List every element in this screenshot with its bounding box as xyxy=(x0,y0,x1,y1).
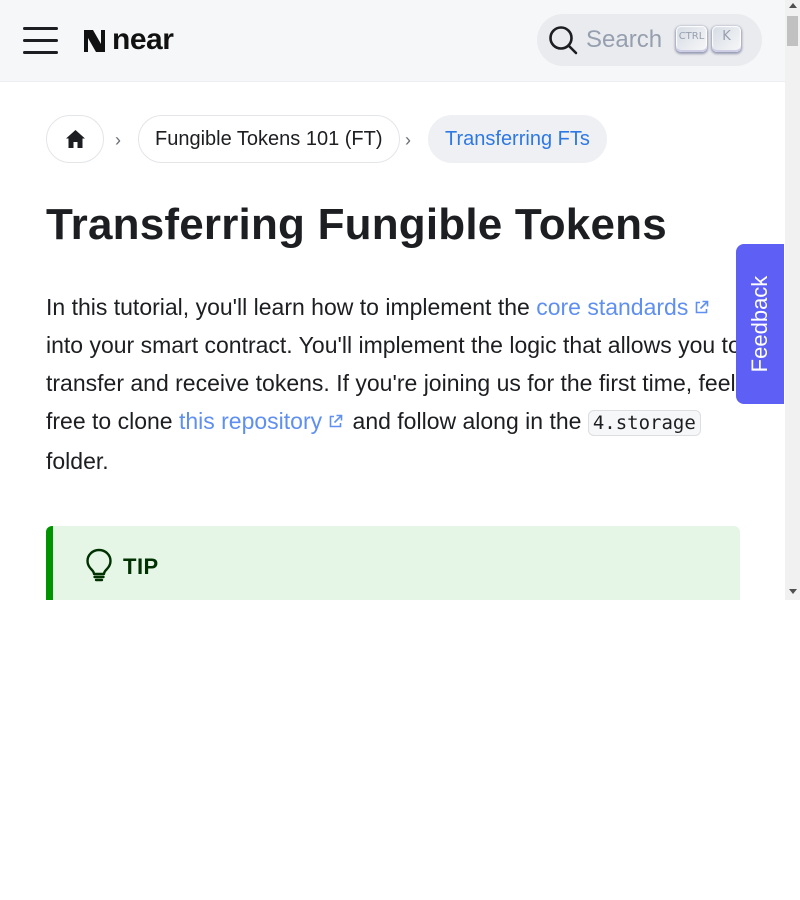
shortcut-k-key: K xyxy=(712,26,741,52)
chevron-right-icon: › xyxy=(405,130,411,150)
navbar: near Search CTRL K xyxy=(0,0,785,82)
intro-paragraph: In this tutorial, you'll learn how to im… xyxy=(46,288,746,480)
intro-text: In this tutorial, you'll learn how to im… xyxy=(46,294,537,320)
breadcrumb-item-current: Transferring FTs xyxy=(428,115,607,163)
logo-text: near xyxy=(112,23,174,56)
breadcrumb-item-fungible-tokens-101[interactable]: Fungible Tokens 101 (FT) xyxy=(138,115,400,163)
search-placeholder: Search xyxy=(586,26,663,53)
scroll-up-arrow-icon[interactable] xyxy=(789,3,797,8)
intro-text: folder. xyxy=(46,448,109,474)
lightbulb-icon xyxy=(86,548,112,582)
external-link-icon xyxy=(696,300,709,314)
chevron-right-icon: › xyxy=(115,130,121,150)
inline-code: 4.storage xyxy=(587,410,701,436)
feedback-button[interactable]: Feedback xyxy=(736,244,784,404)
menu-icon[interactable] xyxy=(23,26,59,56)
search-button[interactable]: Search CTRL K xyxy=(537,14,762,66)
near-logo-icon xyxy=(84,29,105,52)
scroll-down-arrow-icon[interactable] xyxy=(789,589,797,594)
scrollbar[interactable] xyxy=(785,0,800,600)
core-standards-link-label: core standards xyxy=(536,294,689,320)
shortcut-ctrl-key: CTRL xyxy=(676,26,707,52)
intro-text: and follow along in the xyxy=(346,408,588,434)
home-icon xyxy=(66,130,85,148)
search-icon xyxy=(549,26,578,55)
near-logo[interactable]: near xyxy=(81,23,174,56)
this-repository-link[interactable]: this repository xyxy=(179,408,346,434)
scrollbar-thumb[interactable] xyxy=(787,16,798,46)
tip-admonition: TIP xyxy=(46,526,740,600)
page-title: Transferring Fungible Tokens xyxy=(46,200,667,249)
feedback-label: Feedback xyxy=(747,275,772,373)
this-repository-link-label: this repository xyxy=(178,408,323,434)
tip-label: TIP xyxy=(123,554,159,579)
core-standards-link[interactable]: core standards xyxy=(536,294,712,320)
breadcrumb-home[interactable] xyxy=(46,115,104,163)
external-link-icon xyxy=(329,414,343,428)
page-viewport: near Search CTRL K › Fungible Tokens 101… xyxy=(0,0,800,600)
